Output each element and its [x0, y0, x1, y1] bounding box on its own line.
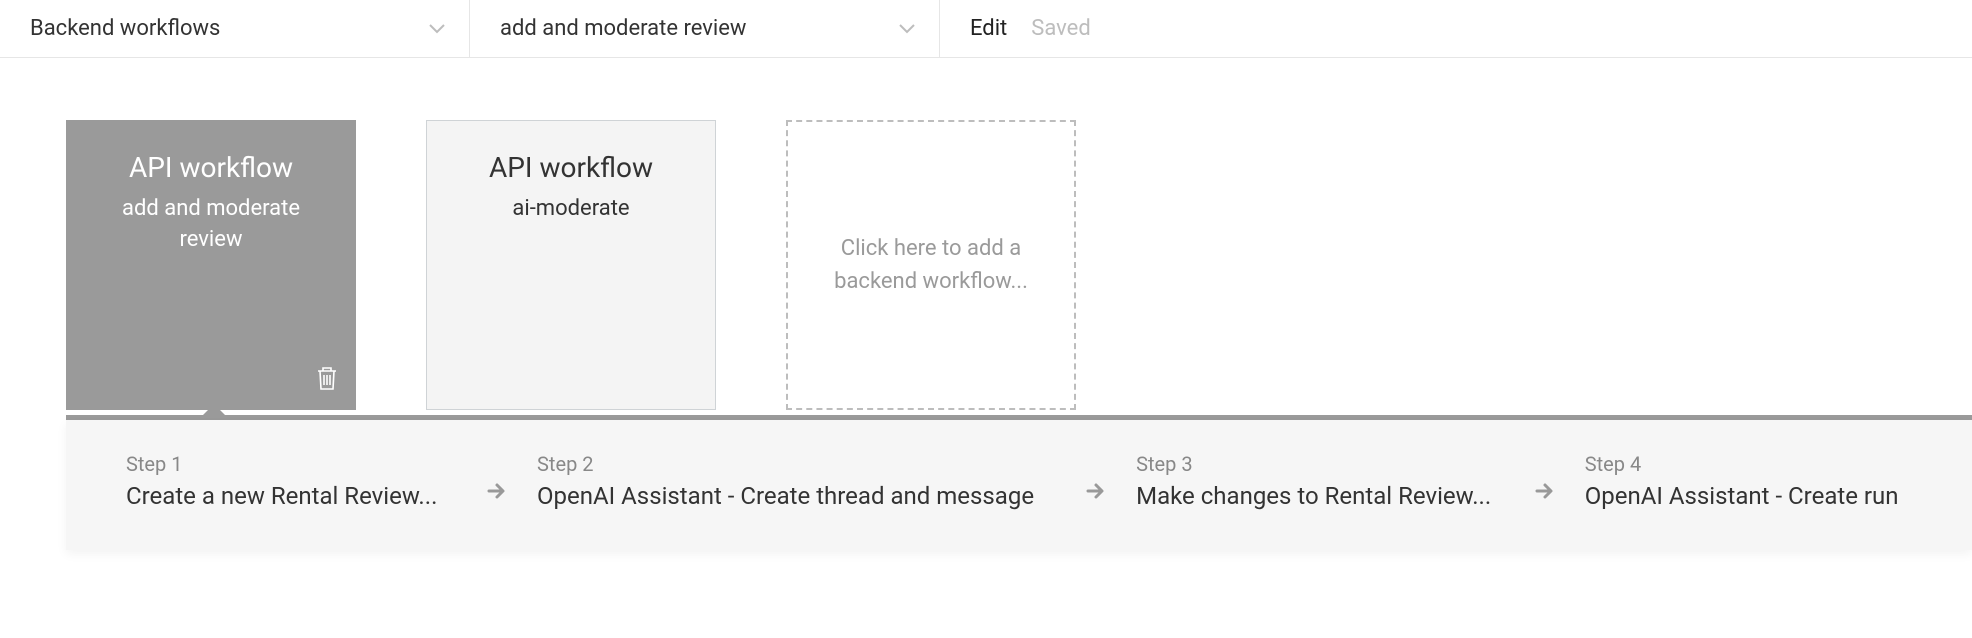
section-dropdown-label: Backend workflows [30, 16, 220, 41]
workflow-canvas: API workflow add and moderate review API… [0, 58, 1972, 410]
chevron-down-icon [899, 19, 915, 38]
workflow-dropdown[interactable]: add and moderate review [470, 0, 940, 57]
step-label: Step 4 [1585, 452, 1942, 476]
step-description: Make changes to Rental Review... [1136, 482, 1503, 510]
add-workflow-card[interactable]: Click here to add a backend workflow... [786, 120, 1076, 410]
workflow-step[interactable]: Step 1 Create a new Rental Review... [126, 452, 455, 510]
steps-row: Step 1 Create a new Rental Review... Ste… [66, 420, 1972, 550]
step-label: Step 2 [537, 452, 1054, 476]
workflow-card-subtitle: ai-moderate [482, 194, 659, 225]
edit-link[interactable]: Edit [970, 16, 1007, 41]
workflow-cards-row: API workflow add and moderate review API… [66, 120, 1972, 410]
steps-panel: Step 1 Create a new Rental Review... Ste… [66, 415, 1972, 550]
top-toolbar: Backend workflows add and moderate revie… [0, 0, 1972, 58]
workflow-card-title: API workflow [129, 151, 293, 184]
step-description: Create a new Rental Review... [126, 482, 455, 510]
workflow-card-selected[interactable]: API workflow add and moderate review [66, 120, 356, 410]
chevron-down-icon [429, 19, 445, 38]
arrow-right-icon [455, 480, 537, 502]
workflow-step[interactable]: Step 3 Make changes to Rental Review... [1136, 452, 1503, 510]
step-label: Step 1 [126, 452, 455, 476]
add-workflow-text: Click here to add a backend workflow... [828, 232, 1034, 298]
workflow-card-subtitle: add and moderate review [67, 194, 355, 256]
step-label: Step 3 [1136, 452, 1503, 476]
arrow-right-icon [1054, 480, 1136, 502]
workflow-step[interactable]: Step 2 OpenAI Assistant - Create thread … [537, 452, 1054, 510]
arrow-right-icon [1503, 480, 1585, 502]
workflow-card-title: API workflow [489, 151, 653, 184]
step-description: OpenAI Assistant - Create run [1585, 482, 1942, 510]
saved-status: Saved [1031, 16, 1090, 41]
step-description: OpenAI Assistant - Create thread and mes… [537, 482, 1054, 510]
workflow-dropdown-label: add and moderate review [500, 16, 746, 41]
selected-card-pointer [200, 404, 228, 418]
toolbar-status: Edit Saved [940, 0, 1091, 57]
section-dropdown[interactable]: Backend workflows [0, 0, 470, 57]
workflow-card[interactable]: API workflow ai-moderate [426, 120, 716, 410]
trash-icon[interactable] [315, 365, 339, 395]
workflow-step[interactable]: Step 4 OpenAI Assistant - Create run [1585, 452, 1942, 510]
